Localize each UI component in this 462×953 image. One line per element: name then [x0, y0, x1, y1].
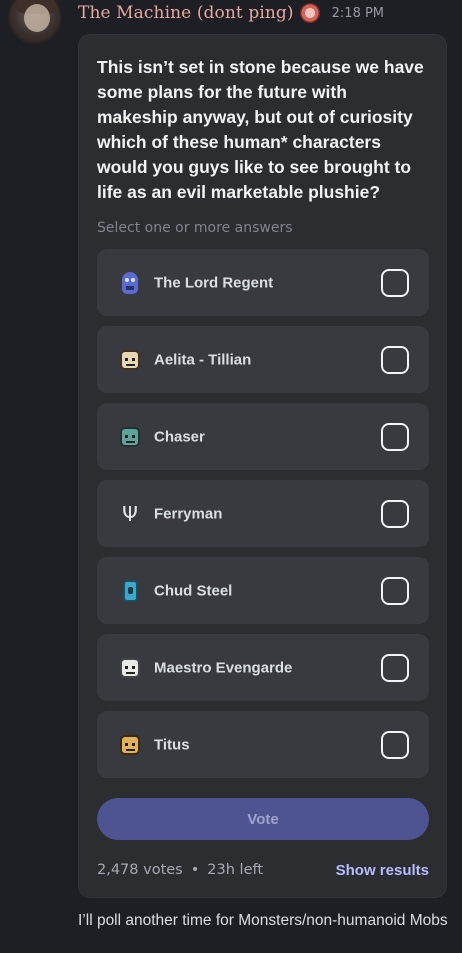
username[interactable]: The Machine (dont ping)	[78, 3, 294, 23]
poll-question: This isn’t set in stone because we have …	[97, 57, 424, 202]
answer-checkbox[interactable]	[381, 268, 409, 297]
poll-answer[interactable]: Chaser	[97, 403, 429, 470]
followup-message: I’ll poll another time for Monsters/non-…	[78, 912, 448, 929]
vote-count: 2,478 votes	[97, 862, 183, 878]
answer-checkbox[interactable]	[381, 499, 409, 528]
vote-button[interactable]: Vote	[97, 798, 429, 840]
answer-checkbox[interactable]	[381, 653, 409, 682]
answer-checkbox[interactable]	[381, 422, 409, 451]
green-face-icon	[119, 424, 141, 450]
poll-hint: Select one or more answers	[97, 220, 293, 236]
message-header: The Machine (dont ping) 2:18 PM	[78, 0, 384, 26]
answer-label: Titus	[154, 736, 190, 753]
time-left: 23h left	[207, 862, 264, 878]
poll-answer[interactable]: Maestro Evengarde	[97, 634, 429, 701]
trident-icon: Ψ	[122, 501, 138, 526]
poll-answer[interactable]: The Lord Regent	[97, 249, 429, 316]
discord-chat: The Machine (dont ping) 2:18 PM This isn…	[0, 0, 462, 953]
poll-answer[interactable]: Chud Steel	[97, 557, 429, 624]
answer-label: Ferryman	[154, 505, 223, 522]
blue-skull-icon	[119, 270, 141, 296]
separator-dot: •	[190, 862, 200, 878]
answer-label: Chud Steel	[154, 582, 233, 599]
answer-label: Maestro Evengarde	[154, 659, 293, 676]
white-face-icon	[119, 655, 141, 681]
poll-answer[interactable]: Aelita - Tillian	[97, 326, 429, 393]
lantern-icon	[119, 578, 141, 604]
role-icon[interactable]	[299, 3, 320, 23]
timestamp: 2:18 PM	[331, 5, 385, 21]
tan-face-icon	[119, 732, 141, 758]
poll-footer: 2,478 votes • 23h left Show results	[97, 860, 429, 880]
answer-label: The Lord Regent	[154, 274, 274, 291]
poll-answer[interactable]: Ψ Ferryman	[97, 480, 429, 547]
answer-label: Aelita - Tillian	[154, 351, 252, 368]
poll-answer[interactable]: Titus	[97, 711, 429, 778]
pixel-face-icon	[119, 347, 141, 373]
answer-label: Chaser	[154, 428, 205, 445]
answer-checkbox[interactable]	[381, 345, 409, 374]
avatar-face	[24, 4, 50, 32]
poll-answers: The Lord Regent Aelita - Tillian Chaser …	[97, 249, 429, 788]
avatar[interactable]	[8, 0, 62, 44]
answer-checkbox[interactable]	[381, 730, 409, 759]
answer-checkbox[interactable]	[381, 576, 409, 605]
show-results-link[interactable]: Show results	[336, 862, 429, 879]
poll-card: This isn’t set in stone because we have …	[78, 34, 447, 898]
